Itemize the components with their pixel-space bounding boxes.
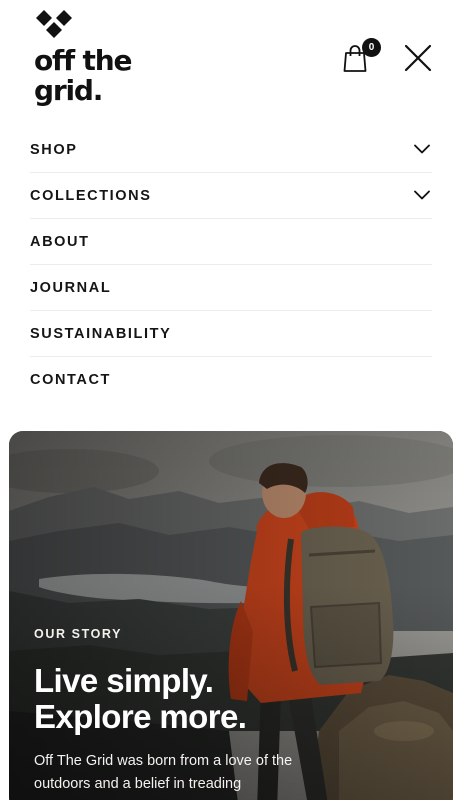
menu-item-label: ABOUT xyxy=(30,233,90,250)
menu-item-journal[interactable]: JOURNAL xyxy=(30,265,432,311)
menu-item-about[interactable]: ABOUT xyxy=(30,219,432,265)
menu-item-contact[interactable]: CONTACT xyxy=(30,357,432,403)
menu-item-label: COLLECTIONS xyxy=(30,187,152,204)
menu-item-sustainability[interactable]: SUSTAINABILITY xyxy=(30,311,432,357)
menu-item-label: CONTACT xyxy=(30,372,112,388)
brand-logo[interactable]: off the grid. xyxy=(34,10,144,107)
hero-eyebrow: OUR STORY xyxy=(34,627,123,641)
hero-overlay xyxy=(9,431,453,800)
logo-mark-icon xyxy=(36,10,72,38)
cart-button[interactable]: 0 xyxy=(340,38,382,78)
logo-text-line2: grid. xyxy=(34,74,103,107)
menu-item-shop[interactable]: SHOP xyxy=(30,127,432,173)
hero-title-line2: Explore more. xyxy=(34,698,247,735)
logo-text-line1: off the xyxy=(34,44,132,77)
close-icon xyxy=(404,44,432,72)
hero-title: Live simply. Explore more. xyxy=(34,663,334,735)
hero-title-line1: Live simply. xyxy=(34,662,214,699)
site-header: off the grid. 0 xyxy=(0,0,461,120)
menu-item-label: JOURNAL xyxy=(30,279,112,296)
menu-item-label: SUSTAINABILITY xyxy=(30,325,172,342)
menu-item-label: SHOP xyxy=(30,141,78,158)
main-menu: SHOP COLLECTIONS ABOUT JOURNAL SUSTAINAB… xyxy=(30,127,432,403)
our-story-hero: OUR STORY Live simply. Explore more. Off… xyxy=(9,431,453,800)
hero-body-text: Off The Grid was born from a love of the… xyxy=(34,753,293,792)
close-menu-button[interactable] xyxy=(402,42,434,74)
chevron-down-icon[interactable] xyxy=(414,190,430,200)
cart-count-badge: 0 xyxy=(362,38,381,57)
menu-item-collections[interactable]: COLLECTIONS xyxy=(30,173,432,219)
chevron-down-icon[interactable] xyxy=(414,144,430,154)
